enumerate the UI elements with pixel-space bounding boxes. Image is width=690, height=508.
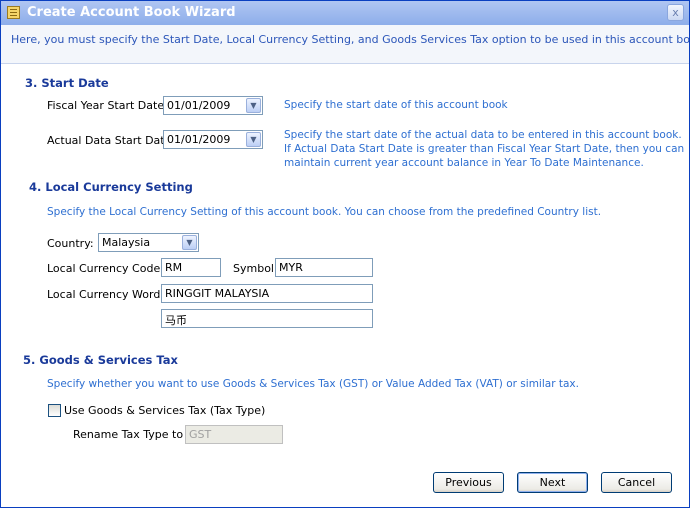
info-bar: Here, you must specify the Start Date, L…	[1, 25, 689, 64]
country-label: Country:	[47, 237, 94, 250]
gst-heading: 5. Goods & Services Tax	[23, 353, 178, 367]
use-gst-label: Use Goods & Services Tax (Tax Type)	[64, 404, 266, 417]
rename-tax-type-label: Rename Tax Type to	[73, 428, 184, 441]
local-currency-code-label: Local Currency Code:	[47, 262, 164, 275]
window-title: Create Account Book Wizard	[27, 5, 236, 20]
info-text: Here, you must specify the Start Date, L…	[11, 33, 690, 46]
chevron-down-icon[interactable]: ▼	[246, 98, 261, 113]
country-value: Malaysia	[102, 236, 151, 249]
fiscal-year-start-label: Fiscal Year Start Date:	[47, 99, 168, 112]
local-currency-description: Specify the Local Currency Setting of th…	[47, 206, 602, 218]
actual-data-start-label: Actual Data Start Date:	[47, 134, 176, 147]
actual-data-start-description-1: Specify the start date of the actual dat…	[284, 129, 682, 141]
close-button[interactable]: x	[667, 4, 684, 21]
local-currency-code-input[interactable]: RM	[161, 258, 221, 277]
symbol-input[interactable]: MYR	[275, 258, 373, 277]
previous-button[interactable]: Previous	[433, 472, 504, 493]
fiscal-year-start-picker[interactable]: 01/01/2009 ▼	[163, 96, 263, 115]
chevron-down-icon[interactable]: ▼	[246, 132, 261, 147]
actual-data-start-picker[interactable]: 01/01/2009 ▼	[163, 130, 263, 149]
country-select[interactable]: Malaysia ▼	[98, 233, 199, 252]
actual-data-start-description-2: If Actual Data Start Date is greater tha…	[284, 143, 685, 155]
book-icon	[7, 6, 20, 19]
fiscal-year-start-description: Specify the start date of this account b…	[284, 99, 508, 111]
symbol-label: Symbol:	[233, 262, 278, 275]
use-gst-checkbox[interactable]	[48, 404, 61, 417]
local-currency-heading: 4. Local Currency Setting	[29, 180, 193, 194]
next-button[interactable]: Next	[517, 472, 588, 493]
fiscal-year-start-value: 01/01/2009	[167, 99, 231, 112]
local-currency-word-label: Local Currency Word:	[47, 288, 165, 301]
gst-description: Specify whether you want to use Goods & …	[47, 378, 579, 390]
wizard-window: Create Account Book Wizard x Here, you m…	[0, 0, 690, 508]
chevron-down-icon[interactable]: ▼	[182, 235, 197, 250]
title-bar[interactable]: Create Account Book Wizard x	[1, 1, 689, 25]
rename-tax-type-input[interactable]: GST	[185, 425, 283, 444]
local-currency-word-input[interactable]: RINGGIT MALAYSIA	[161, 284, 373, 303]
cancel-button[interactable]: Cancel	[601, 472, 672, 493]
local-currency-word-2-input[interactable]: 马币	[161, 309, 373, 328]
actual-data-start-value: 01/01/2009	[167, 133, 231, 146]
start-date-heading: 3. Start Date	[25, 76, 109, 90]
actual-data-start-description-3: maintain current year account balance in…	[284, 157, 644, 169]
